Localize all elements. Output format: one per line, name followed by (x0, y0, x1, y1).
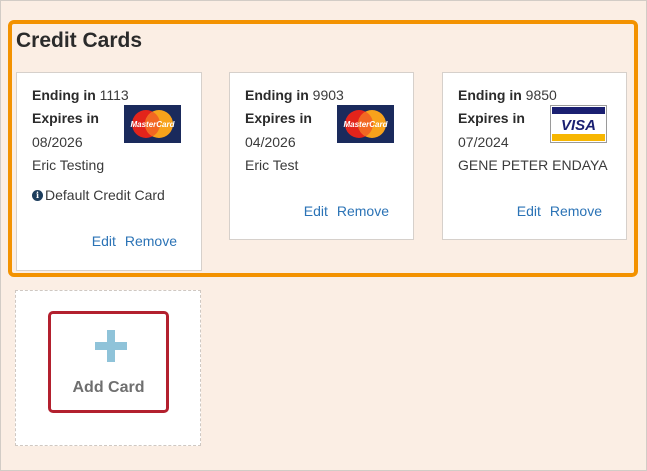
credit-card-9903: Ending in 9903 Expires in 04/2026 Eric T… (229, 72, 414, 240)
expires-label: Expires in (245, 110, 312, 126)
expires-label: Expires in (32, 110, 99, 126)
card-actions: Edit Remove (517, 203, 602, 219)
edit-card-link[interactable]: Edit (517, 203, 541, 219)
section-title: Credit Cards (16, 29, 143, 52)
remove-card-link[interactable]: Remove (337, 203, 389, 219)
edit-card-link[interactable]: Edit (304, 203, 328, 219)
credit-cards-panel: Credit Cards Ending in 1113 Expires in 0… (0, 0, 647, 471)
card-holder: GENE PETER ENDAYA (458, 157, 608, 173)
remove-card-link[interactable]: Remove (550, 203, 602, 219)
expires-label: Expires in (458, 110, 525, 126)
credit-card-9850: Ending in 9850 Expires in 07/2024 GENE P… (442, 72, 627, 240)
visa-logo-icon: VISA (550, 105, 607, 143)
card-last-digits: 9903 (312, 87, 344, 103)
card-holder: Eric Test (245, 157, 299, 173)
card-expiry: 04/2026 (245, 134, 296, 150)
mastercard-logo-icon: MasterCard (124, 105, 181, 143)
info-icon: i (32, 190, 43, 201)
plus-icon (95, 330, 127, 362)
ending-label: Ending in (458, 87, 522, 103)
card-last-digits: 1113 (99, 87, 129, 103)
edit-card-link[interactable]: Edit (92, 233, 116, 249)
remove-card-link[interactable]: Remove (125, 233, 177, 249)
card-actions: Edit Remove (92, 233, 177, 249)
card-actions: Edit Remove (304, 203, 389, 219)
mastercard-logo-icon: MasterCard (337, 105, 394, 143)
ending-label: Ending in (245, 87, 309, 103)
credit-card-1113: Ending in 1113 Expires in 08/2026 Eric T… (16, 72, 202, 271)
card-holder: Eric Testing (32, 157, 105, 173)
card-expiry: 07/2024 (458, 134, 509, 150)
card-expiry: 08/2026 (32, 134, 83, 150)
svg-text:MasterCard: MasterCard (343, 120, 388, 129)
add-card-label: Add Card (72, 379, 145, 396)
card-last-digits: 9850 (525, 87, 557, 103)
svg-text:MasterCard: MasterCard (130, 120, 175, 129)
add-card-button[interactable]: Add Card (48, 311, 169, 413)
default-card-note: i Default Credit Card (32, 187, 165, 203)
ending-label: Ending in (32, 87, 96, 103)
svg-text:VISA: VISA (561, 117, 596, 134)
